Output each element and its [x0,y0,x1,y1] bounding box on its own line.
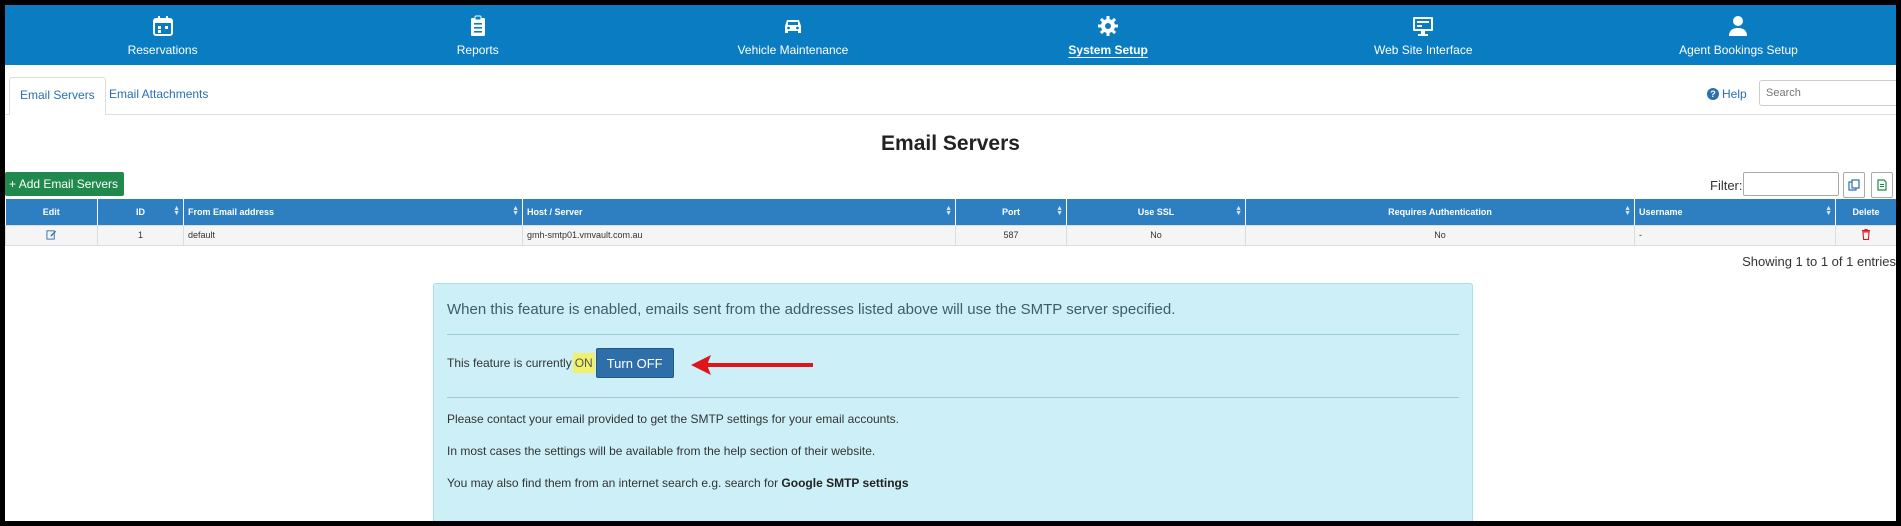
turn-off-button[interactable]: Turn OFF [595,348,674,378]
sort-icon: ▲ ▼ [1235,205,1242,217]
id-cell: 1 [97,224,184,246]
from-email-cell: default [183,224,523,246]
port-cell: 587 [955,224,1067,246]
feature-status-badge: ON [572,353,595,373]
red-arrow-annotation [691,355,813,375]
requires-auth-cell: No [1245,224,1635,246]
panel-line-bold: Google SMTP settings [781,476,909,490]
column-header-use-ssl[interactable]: Use SSL ▲ ▼ [1066,199,1246,225]
clipboard-icon [470,15,485,36]
user-icon [1729,16,1748,36]
car-icon [784,20,801,33]
panel-line: You may also find them from an internet … [447,476,909,490]
nav-reservations[interactable]: Reservations [5,5,320,65]
column-header-edit: Edit [5,199,98,225]
host-cell: gmh-smtp01.vmvault.com.au [522,224,956,246]
smtp-feature-panel: When this feature is enabled, emails sen… [433,283,1473,521]
sort-icon: ▲ ▼ [512,205,519,217]
column-header-label: From Email address [188,206,275,217]
help-link[interactable]: ? Help [1707,87,1747,101]
nav-label: System Setup [1068,43,1148,57]
filter-input[interactable] [1743,172,1839,196]
table-header-row: Edit ID ▲ ▼ From Email address ▲ ▼ Host / Se… [5,199,1896,225]
pagination-info: Showing 1 to 1 of 1 entries [1742,254,1896,269]
page-title: Email Servers [881,132,1020,155]
copy-button[interactable] [1843,172,1865,198]
column-header-username[interactable]: Username ▲ ▼ [1634,199,1836,225]
add-email-servers-button[interactable]: + Add Email Servers [5,172,125,196]
panel-line: Please contact your email provided to ge… [447,412,900,426]
plus-icon: + [9,177,19,191]
feature-status-prefix: This feature is currently [447,356,572,370]
nav-label: Web Site Interface [1374,43,1473,57]
document-icon [1877,179,1887,191]
nav-label: Vehicle Maintenance [737,43,849,57]
column-header-delete: Delete [1835,199,1896,225]
nav-vehicle-maintenance[interactable]: Vehicle Maintenance [635,5,950,65]
nav-reports[interactable]: Reports [320,5,635,65]
help-label: Help [1722,87,1747,101]
column-header-from-email[interactable]: From Email address ▲ ▼ [183,199,523,225]
search-input[interactable] [1759,80,1896,106]
sort-icon: ▲ ▼ [945,205,952,217]
nav-label: Reports [456,43,499,57]
tab-email-servers[interactable]: Email Servers [9,77,106,115]
tab-email-attachments[interactable]: Email Attachments [99,77,218,115]
trash-icon[interactable] [1861,228,1871,240]
column-header-label: Port [1002,206,1020,217]
copy-icon [1848,179,1860,191]
gear-icon [1098,16,1119,36]
table-row: 1 default gmh-smtp01.vmvault.com.au 587 … [5,224,1896,246]
top-navigation: Reservations Reports Vehicle Maintenance… [5,5,1896,65]
username-cell: - [1634,224,1836,246]
tab-bar: Email Servers Email Attachments ? Help [5,65,1896,115]
add-button-label: Add Email Servers [18,177,119,191]
column-header-label: Username [1639,206,1683,217]
column-header-label: Host / Server [527,206,583,217]
sort-icon: ▲ ▼ [1825,205,1832,217]
panel-lead-text: When this feature is enabled, emails sen… [447,301,1176,318]
column-header-label: ID [136,206,145,217]
edit-cell[interactable] [5,224,98,246]
monitor-icon [1413,17,1434,36]
column-header-requires-auth[interactable]: Requires Authentication ▲ ▼ [1245,199,1635,225]
filter-label: Filter: [1710,178,1743,193]
column-header-label: Use SSL [1137,206,1175,217]
column-header-id[interactable]: ID ▲ ▼ [97,199,184,225]
sort-icon: ▲ ▼ [1624,205,1631,217]
use-ssl-cell: No [1066,224,1246,246]
nav-system-setup[interactable]: System Setup [951,5,1266,65]
app-frame: Reservations Reports Vehicle Maintenance… [5,5,1896,521]
panel-line-prefix: You may also find them from an internet … [447,476,782,490]
sort-icon: ▲ ▼ [173,205,180,217]
export-button[interactable] [1871,172,1893,198]
nav-web-site-interface[interactable]: Web Site Interface [1266,5,1581,65]
divider [447,397,1459,398]
nav-label: Reservations [127,43,198,57]
column-header-host[interactable]: Host / Server ▲ ▼ [522,199,956,225]
divider [447,334,1459,335]
delete-cell[interactable] [1835,224,1896,246]
question-icon: ? [1707,88,1719,100]
calendar-icon [152,16,173,36]
nav-agent-bookings-setup[interactable]: Agent Bookings Setup [1581,5,1896,65]
edit-icon[interactable] [46,229,57,240]
panel-line: In most cases the settings will be avail… [447,444,876,458]
column-header-label: Requires Authentication [1388,206,1492,217]
column-header-port[interactable]: Port ▲ ▼ [955,199,1067,225]
nav-label: Agent Bookings Setup [1679,43,1798,57]
feature-status-row: This feature is currently ON Turn OFF [447,348,674,378]
sort-icon: ▲ ▼ [1056,205,1063,217]
email-servers-table: Edit ID ▲ ▼ From Email address ▲ ▼ Host / Se… [5,199,1896,246]
